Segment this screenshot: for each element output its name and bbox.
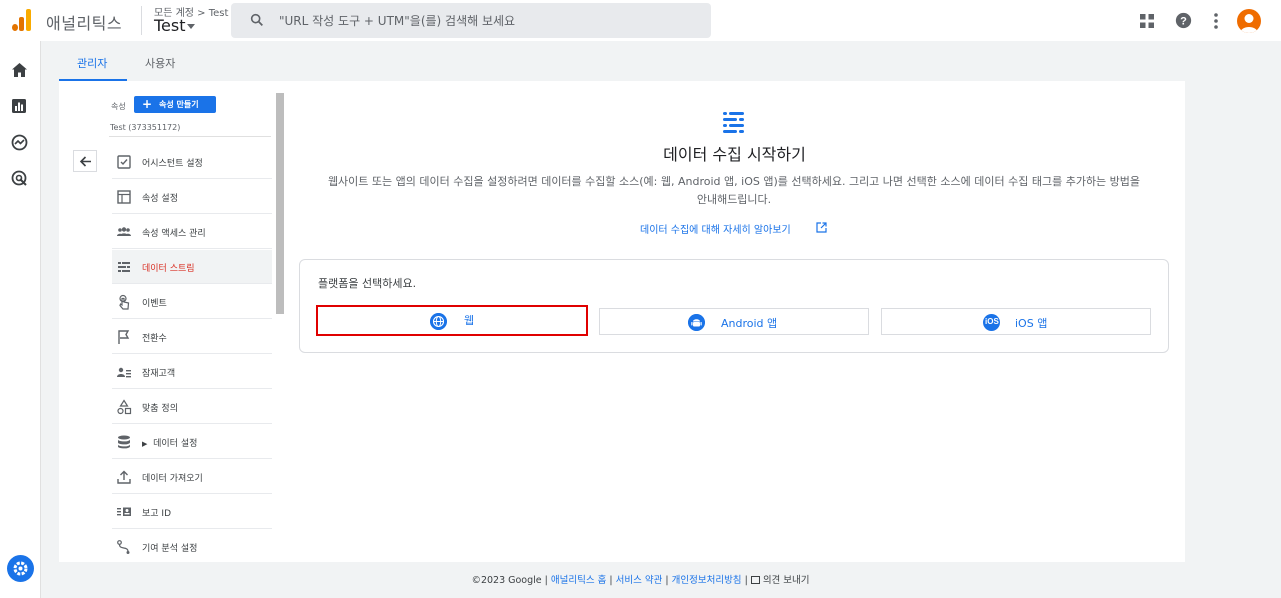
nav-item-custom-definitions[interactable]: 맞춤 정의 [112,390,272,424]
footer-separator: | [665,575,669,586]
globe-icon [430,313,447,330]
nav-item-data-import[interactable]: 데이터 가져오기 [112,460,272,494]
android-platform-button[interactable]: Android 앱 [599,308,869,335]
footer-separator: | [744,575,748,586]
divider [141,6,142,35]
footer-separator: | [609,575,613,586]
page-description: 웹사이트 또는 앱의 데이터 수집을 설정하려면 데이터를 수집할 소스(예: … [327,175,1141,206]
flag-icon [118,330,130,344]
search-bar[interactable]: "URL 작성 도구 + UTM"을(를) 검색해 보세요 [231,3,711,38]
nav-item-data-settings[interactable]: ▶ 데이터 설정 [112,425,272,459]
property-settings-icon [117,190,131,204]
main-content: 데이터 수집 시작하기 웹사이트 또는 앱의 데이터 수집을 설정하려면 데이터… [284,81,1185,562]
avatar[interactable] [1237,9,1261,33]
ios-platform-button[interactable]: iOS iOS 앱 [881,308,1151,335]
search-input[interactable]: "URL 작성 도구 + UTM"을(를) 검색해 보세요 [279,12,515,29]
feedback-icon [750,576,760,584]
nav-item-reporting-identity[interactable]: 보고 ID [112,495,272,529]
nav-item-attribution-settings[interactable]: 기여 분석 설정 [112,530,272,562]
home-icon[interactable] [11,62,28,78]
back-button[interactable] [73,150,97,172]
audience-icon [117,367,131,378]
left-nav-rail [0,41,41,598]
create-property-button[interactable]: + 속성 만들기 [134,96,216,113]
touch-icon [119,294,130,310]
property-label: 속성 [111,102,126,111]
nav-item-conversions[interactable]: 전환수 [112,320,272,354]
nav-item-events[interactable]: 이벤트 [112,285,272,319]
feedback-link[interactable]: 의견 보내기 [750,575,810,586]
analytics-logo[interactable] [12,9,32,31]
web-platform-button[interactable]: 웹 [316,305,588,336]
app-name[interactable]: 애널리틱스 [46,10,122,34]
nav-item-assistant[interactable]: 어시스턴트 설정 [112,145,272,179]
arrow-back-icon [79,156,91,167]
checklist-icon [117,155,131,169]
nav-item-access-management[interactable]: 속성 액세스 관리 [112,215,272,249]
data-stream-icon [118,262,130,272]
property-panel: 속성 + 속성 만들기 Test (373351172) 어시스턴트 설정 속성… [59,81,284,562]
footer-link-privacy[interactable]: 개인정보처리방침 [672,575,742,586]
more-vert-icon[interactable] [1213,13,1219,29]
ios-icon: iOS [983,314,1000,331]
nav-item-audiences[interactable]: 잠재고객 [112,355,272,389]
footer-link-terms[interactable]: 서비스 약관 [616,575,663,586]
caret-down-icon[interactable] [187,24,195,29]
shapes-icon [117,399,132,415]
top-bar: 애널리틱스 모든 계정 > Test Test "URL 작성 도구 + UTM… [0,0,1281,41]
people-icon [117,227,131,236]
reports-icon[interactable] [11,98,27,114]
tab-admin[interactable]: 관리자 [77,55,107,71]
footer: ©2023 Google | 애널리틱스 홈 | 서비스 약관 | 개인정보처리… [0,572,1281,586]
page-title: 데이터 수집 시작하기 [663,145,806,164]
platform-title: 플랫폼을 선택하세요. [318,277,417,290]
platform-selector: 플랫폼을 선택하세요. 웹 Android 앱 iOS iOS 앱 [299,259,1169,353]
attribution-icon [117,540,130,554]
caret-right-icon: ▶ [142,440,148,448]
panel-scrollbar[interactable] [276,93,284,314]
database-icon [118,435,130,449]
data-stream-icon [723,112,744,133]
reporting-id-icon [117,507,131,516]
help-icon[interactable]: ? [1175,12,1192,29]
nav-item-data-streams[interactable]: 데이터 스트림 [112,250,272,284]
divider [109,136,271,137]
apps-grid-icon[interactable] [1140,14,1154,28]
copyright: ©2023 Google | [471,575,548,586]
learn-more-link[interactable]: 데이터 수집에 대해 자세히 알아보기 [640,221,791,236]
android-icon [688,314,705,331]
explore-icon[interactable] [11,134,28,151]
search-icon [250,13,263,26]
nav-item-property-settings[interactable]: 속성 설정 [112,180,272,214]
open-in-new-icon[interactable] [816,222,827,233]
admin-tabs: 관리자 사용자 [41,41,1281,81]
tab-users[interactable]: 사용자 [145,55,175,71]
plus-icon: + [142,97,153,111]
footer-link-home[interactable]: 애널리틱스 홈 [551,575,606,586]
advertising-icon[interactable] [11,170,28,187]
upload-icon [117,470,131,484]
svg-text:?: ? [1180,15,1187,27]
property-id: Test (373351172) [110,123,181,132]
property-selector[interactable]: Test [154,16,186,35]
